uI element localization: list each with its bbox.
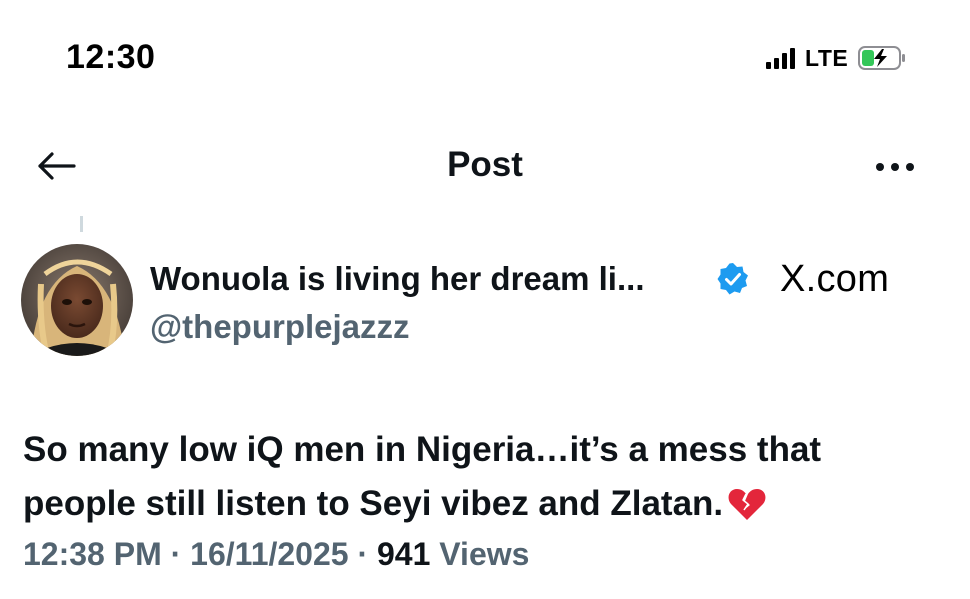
- more-dot-icon: [891, 163, 899, 171]
- verified-badge-icon: [716, 262, 750, 296]
- post-text-line-1: So many low iQ men in Nigeria…it’s a mes…: [23, 430, 822, 469]
- x-com-watermark: X.com: [780, 258, 889, 301]
- post-time: 12:38 PM: [23, 536, 162, 572]
- post-meta: 12:38 PM · 16/11/2025 · 941 Views: [23, 536, 529, 573]
- broken-heart-icon: [727, 484, 767, 520]
- post-text: So many low iQ men in Nigeria…it’s a mes…: [23, 423, 963, 531]
- post-date: 16/11/2025: [190, 536, 349, 572]
- post-text-line-2-content: people still listen to Seyi vibez and Zl…: [23, 484, 724, 523]
- more-dot-icon: [876, 163, 884, 171]
- network-type-label: LTE: [805, 44, 849, 71]
- status-indicators: LTE: [766, 44, 908, 72]
- status-time: 12:30: [66, 38, 156, 76]
- signal-strength-icon: [766, 47, 795, 69]
- author-handle[interactable]: @thepurplejazzz: [150, 308, 410, 346]
- post-text-line-2: people still listen to Seyi vibez and Zl…: [23, 477, 963, 531]
- avatar[interactable]: [21, 244, 133, 356]
- battery-charging-icon: [858, 46, 908, 70]
- page-title: Post: [447, 145, 523, 184]
- more-options-button[interactable]: [866, 150, 924, 184]
- views-count[interactable]: 941: [377, 536, 430, 572]
- author-display-name[interactable]: Wonuola is living her dream li...: [150, 260, 644, 298]
- watermark-text: X.com: [780, 258, 890, 300]
- more-dot-icon: [906, 163, 914, 171]
- meta-separator: ·: [170, 536, 182, 572]
- meta-separator: ·: [357, 536, 369, 572]
- thread-connector-line: [80, 216, 83, 232]
- views-label[interactable]: Views: [439, 536, 529, 572]
